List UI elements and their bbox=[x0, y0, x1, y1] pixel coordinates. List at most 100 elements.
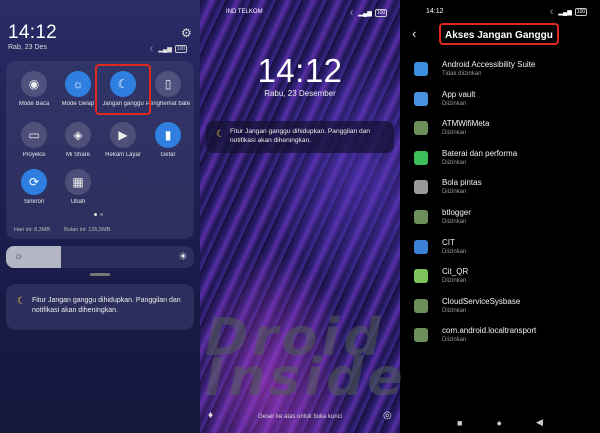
signal-icon: ▂▄▆ bbox=[558, 9, 572, 16]
app-icon bbox=[414, 180, 428, 195]
app-name: ATMWifiMeta bbox=[442, 119, 490, 129]
sun-large-icon: ☀ bbox=[178, 251, 188, 263]
list-item[interactable]: Bola pintas Diizinkan bbox=[400, 174, 600, 204]
app-icon bbox=[414, 239, 428, 254]
notification-text: Fitur Jangan ganggu dihidupkan. Panggila… bbox=[230, 128, 371, 144]
tile-label: Mode Baca bbox=[18, 101, 50, 107]
drag-handle[interactable] bbox=[90, 273, 110, 276]
app-name: com.android.localtransport bbox=[442, 326, 537, 336]
battery-icon: 100 bbox=[574, 8, 588, 16]
status-time: 14:12 bbox=[426, 8, 444, 15]
list-item[interactable]: com.android.localtransport Diizinkan bbox=[400, 322, 600, 352]
app-name: Bola pintas bbox=[442, 178, 482, 188]
brightness-slider[interactable]: ☼ ☀ bbox=[6, 246, 194, 268]
nav-bar: ■ ● ◀ bbox=[400, 412, 600, 433]
tile-label: Sinkron bbox=[23, 199, 45, 205]
monitor-icon: ▭ bbox=[21, 122, 47, 148]
home-icon[interactable]: ● bbox=[497, 418, 502, 428]
app-status: Diizinkan bbox=[442, 189, 467, 196]
moon-status-icon: ☾ bbox=[350, 10, 356, 17]
list-item[interactable]: App vault Diizinkan bbox=[400, 86, 600, 116]
app-status: Diizinkan bbox=[442, 248, 467, 255]
notification-text: Fitur Jangan ganggu dihidupkan. Panggila… bbox=[32, 297, 181, 314]
tile-label: Rekam Layar bbox=[105, 152, 141, 158]
tile-ubah[interactable]: ▦ Ubah bbox=[56, 169, 100, 205]
highlight-box bbox=[95, 64, 151, 115]
moon-icon: ☾ bbox=[17, 296, 26, 307]
status-icons: ☾ ▂▄▆ 100 bbox=[550, 8, 588, 16]
usage-month: Bulan ini: 126,5MB bbox=[64, 227, 111, 233]
tile-label: Ubah bbox=[70, 199, 86, 205]
list-item[interactable]: Cit_QR Diizinkan bbox=[400, 263, 600, 293]
app-name: CIT bbox=[442, 237, 455, 247]
app-list: Android Accessibility Suite Tidak diizink… bbox=[400, 56, 600, 352]
sun-icon: ☼ bbox=[65, 71, 91, 97]
tile-getar[interactable]: ▮ Getar bbox=[146, 122, 190, 158]
app-name: App vault bbox=[442, 89, 476, 99]
list-item[interactable]: CloudServiceSysbase Diizinkan bbox=[400, 293, 600, 323]
app-status: Diizinkan bbox=[442, 130, 467, 137]
data-usage: Hari ini: 8,3MB Bulan ini: 126,5MB bbox=[14, 227, 110, 233]
lockscreen-panel: IND TELKOM ☾ ▂▄▆ 100 14:12 Rabu, 23 Dese… bbox=[200, 0, 400, 433]
highlight-box bbox=[439, 23, 559, 45]
list-item[interactable]: ATMWifiMeta Diizinkan bbox=[400, 115, 600, 145]
app-name: CloudServiceSysbase bbox=[442, 296, 521, 306]
list-item[interactable]: CIT Diizinkan bbox=[400, 234, 600, 264]
app-status: Diizinkan bbox=[442, 337, 467, 344]
battery-icon: ▯ bbox=[155, 71, 181, 97]
moon-icon: ☾ bbox=[216, 129, 225, 140]
battery-icon: 100 bbox=[174, 45, 188, 53]
app-icon bbox=[414, 328, 428, 343]
app-icon bbox=[414, 121, 428, 136]
control-center-panel: 14:12 Rab, 23 Des ⚙ ☾ ▂▄▆ 100 ◉ Mode Bac… bbox=[0, 0, 200, 433]
app-icon bbox=[414, 150, 428, 165]
back-nav-icon[interactable]: ◀ bbox=[536, 417, 543, 428]
tile-mode-baca[interactable]: ◉ Mode Baca bbox=[12, 71, 56, 107]
app-name: Baterai dan performa bbox=[442, 148, 518, 158]
battery-icon: 100 bbox=[374, 9, 388, 17]
app-icon bbox=[414, 209, 428, 224]
share-icon: ◈ bbox=[65, 122, 91, 148]
camera-icon[interactable]: ◎ bbox=[383, 410, 392, 421]
status-icons: ☾ ▂▄▆ 100 bbox=[150, 45, 188, 53]
list-item[interactable]: btlogger Diizinkan bbox=[400, 204, 600, 234]
swipe-hint: Geser ke atas untuk buka kunci bbox=[257, 414, 343, 420]
app-status: Diizinkan bbox=[442, 278, 467, 285]
tile-penghemat-baterai[interactable]: ▯ Penghemat baterai bbox=[146, 71, 190, 107]
clock-time: 14:12 bbox=[8, 22, 58, 43]
tile-proyeksi[interactable]: ▭ Proyeksi bbox=[12, 122, 56, 158]
tile-label: Mi Share bbox=[65, 152, 90, 158]
app-icon bbox=[414, 269, 428, 284]
list-item[interactable]: Android Accessibility Suite Tidak diizink… bbox=[400, 56, 600, 86]
sun-small-icon: ☼ bbox=[14, 251, 24, 262]
app-status: Tidak diizinkan bbox=[442, 71, 482, 77]
signal-icon: ▂▄▆ bbox=[158, 46, 172, 53]
vibrate-icon: ▮ bbox=[155, 122, 181, 148]
moon-status-icon: ☾ bbox=[150, 46, 156, 53]
back-arrow-icon[interactable]: ‹ bbox=[412, 26, 416, 41]
app-status: Diizinkan bbox=[442, 100, 467, 107]
dnd-access-panel: 14:12 ☾ ▂▄▆ 100 ‹ Akses Jangan Ganggu An… bbox=[400, 0, 600, 433]
tile-label: Mode Gelap bbox=[61, 101, 95, 107]
recents-icon[interactable]: ■ bbox=[457, 418, 462, 428]
lock-clock: 14:12 bbox=[257, 52, 343, 89]
tile-rekam-layar[interactable]: ▶ Rekam Layar bbox=[101, 122, 145, 158]
signal-icon: ▂▄▆ bbox=[358, 10, 372, 17]
tile-mode-gelap[interactable]: ☼ Mode Gelap bbox=[56, 71, 100, 107]
grid-icon: ▦ bbox=[65, 169, 91, 195]
moon-status-icon: ☾ bbox=[550, 9, 556, 16]
lock-notification[interactable]: ☾ Fitur Jangan ganggu dihidupkan. Panggi… bbox=[206, 121, 394, 153]
app-icon bbox=[414, 298, 428, 313]
app-name: Android Accessibility Suite bbox=[442, 60, 536, 69]
gear-icon[interactable]: ⚙ bbox=[181, 26, 192, 40]
list-item[interactable]: Baterai dan performa Diizinkan bbox=[400, 145, 600, 175]
app-status: Diizinkan bbox=[442, 307, 467, 314]
tile-label: Penghemat baterai bbox=[146, 101, 190, 107]
tile-sinkron[interactable]: ⟳ Sinkron bbox=[12, 169, 56, 205]
status-icons: ☾ ▂▄▆ 100 bbox=[350, 9, 388, 17]
dnd-notification[interactable]: ☾ Fitur Jangan ganggu dihidupkan. Panggi… bbox=[6, 284, 194, 330]
app-icon bbox=[414, 62, 428, 76]
app-status: Diizinkan bbox=[442, 159, 467, 166]
usage-today: Hari ini: 8,3MB bbox=[14, 227, 51, 233]
tile-mi-share[interactable]: ◈ Mi Share bbox=[56, 122, 100, 158]
